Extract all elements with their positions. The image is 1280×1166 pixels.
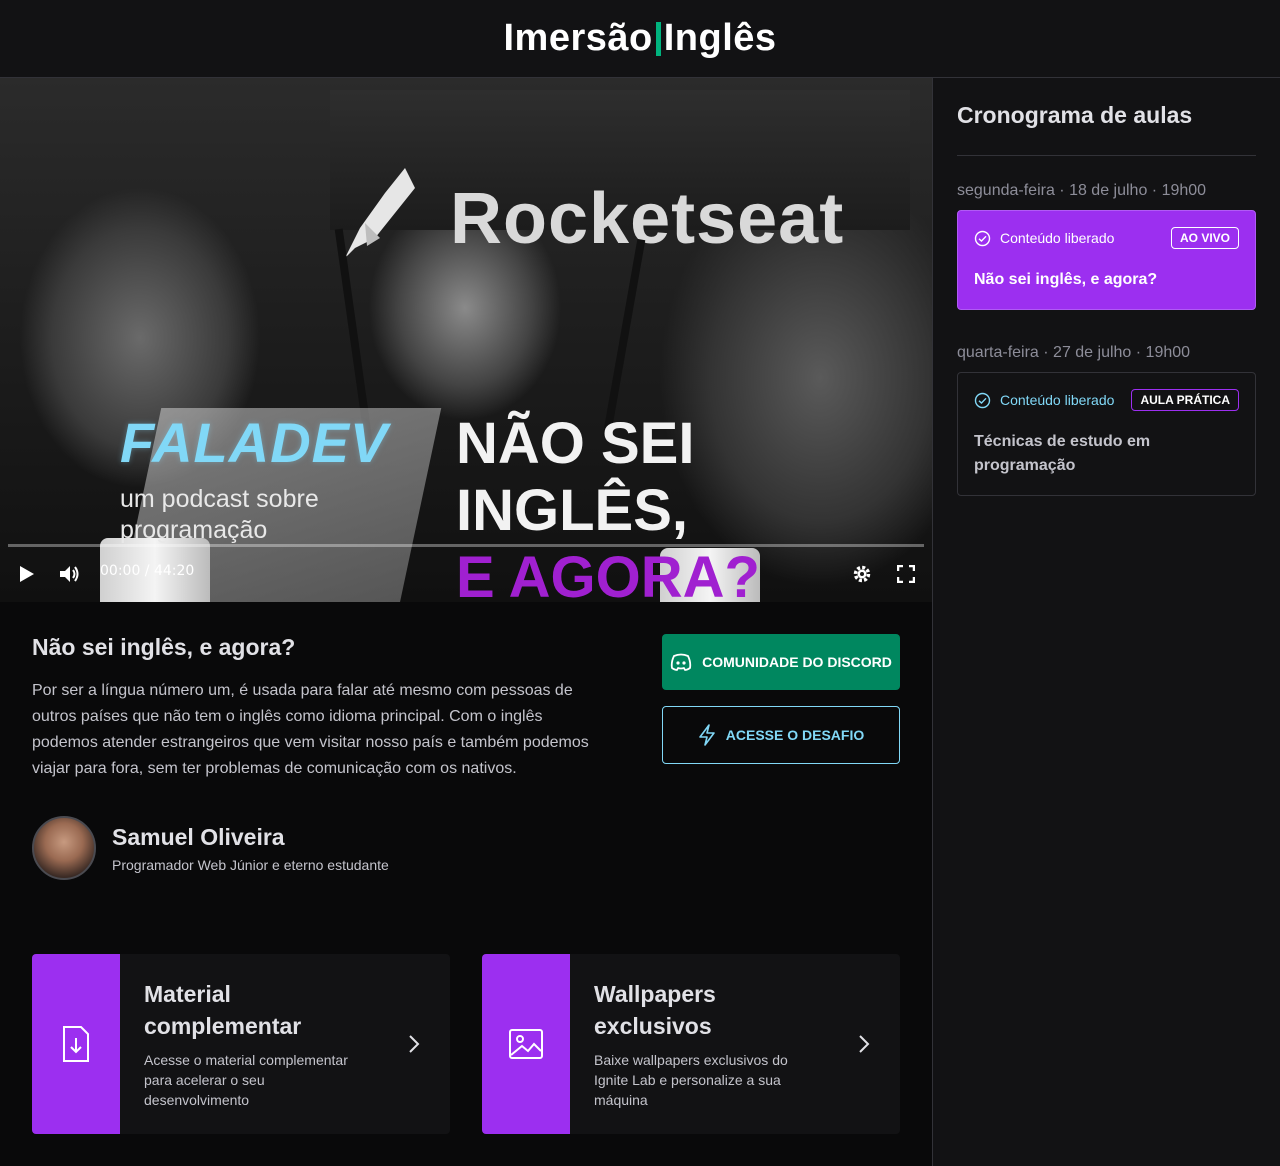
lesson-status-label: Conteúdo liberado: [1000, 230, 1115, 246]
card-icon-container: [482, 954, 570, 1134]
video-brand-text: Rocketseat: [450, 179, 845, 259]
lesson-card-title: Técnicas de estudo em programação: [974, 433, 1151, 474]
logo[interactable]: Imersão Inglês: [503, 17, 776, 60]
card-description: Acesse o material complementar para acel…: [144, 1052, 348, 1108]
card-material[interactable]: Material complementar Acesse o material …: [32, 954, 450, 1134]
card-wallpapers[interactable]: Wallpapers exclusivos Baixe wallpapers e…: [482, 954, 900, 1134]
volume-icon: [60, 566, 79, 582]
video-progress-bar[interactable]: [8, 544, 924, 547]
video-controls: 00:00 / 44:20: [0, 542, 932, 602]
lesson-status: Conteúdo liberado: [974, 392, 1114, 409]
app-header: Imersão Inglês: [0, 0, 1280, 78]
lesson-card[interactable]: Conteúdo liberado AULA PRÁTICA Técnicas …: [957, 372, 1256, 496]
chevron-right-icon: [404, 1032, 424, 1056]
discord-icon: [670, 653, 692, 671]
teacher-bio: Programador Web Júnior e eterno estudant…: [112, 856, 389, 873]
rocket-logo-icon: [345, 168, 415, 258]
teacher-profile: Samuel Oliveira Programador Web Júnior e…: [32, 816, 900, 880]
teacher-text: Samuel Oliveira Programador Web Júnior e…: [112, 824, 389, 873]
headline-line: NÃO SEI: [456, 411, 695, 476]
access-challenge-button[interactable]: ACESSE O DESAFIO: [662, 706, 900, 764]
play-icon: [20, 566, 34, 582]
avatar: [32, 816, 96, 880]
play-button[interactable]: [14, 562, 38, 586]
card-title: Wallpapers exclusivos: [594, 981, 716, 1039]
settings-button[interactable]: [850, 562, 874, 586]
lesson-card-active[interactable]: Conteúdo liberado AO VIVO Não sei inglês…: [957, 210, 1256, 310]
page-layout: Rocketseat FALADEV um podcast sobre prog…: [0, 78, 1280, 1166]
chevron-right-icon: [854, 1032, 874, 1056]
schedule-sidebar: Cronograma de aulas segunda-feira · 18 d…: [932, 78, 1280, 1166]
logo-divider: [655, 21, 661, 56]
challenge-button-label: ACESSE O DESAFIO: [725, 727, 865, 743]
card-icon-container: [32, 954, 120, 1134]
podcast-subtitle: um podcast sobre programação: [120, 485, 319, 544]
card-body: Material complementar Acesse o material …: [120, 954, 450, 1134]
lesson-description: Por ser a língua número um, é usada para…: [32, 682, 589, 777]
fullscreen-button[interactable]: [894, 562, 918, 586]
fullscreen-icon: [897, 565, 915, 583]
lightning-icon: [698, 724, 715, 746]
lesson-card-title: Não sei inglês, e agora?: [974, 271, 1158, 288]
podcast-title: FALADEV: [120, 411, 389, 474]
lesson-badge: AO VIVO: [1170, 227, 1239, 249]
teacher-name: Samuel Oliveira: [112, 823, 285, 850]
video-player[interactable]: Rocketseat FALADEV um podcast sobre prog…: [0, 78, 932, 602]
discord-button-label: COMUNIDADE DO DISCORD: [702, 654, 892, 670]
logo-right-text: Inglês: [663, 17, 777, 59]
resource-cards: Material complementar Acesse o material …: [32, 954, 900, 1134]
video-time: 00:00 / 44:20: [100, 563, 195, 579]
image-icon: [509, 1029, 543, 1059]
lesson-date: segunda-feira · 18 de julho · 19h00: [957, 182, 1207, 199]
check-circle-icon: [974, 392, 991, 408]
discord-community-button[interactable]: COMUNIDADE DO DISCORD: [662, 634, 900, 690]
lesson-status: Conteúdo liberado: [974, 230, 1114, 247]
card-title: Material complementar: [144, 981, 302, 1039]
card-description: Baixe wallpapers exclusivos do Ignite La…: [594, 1052, 788, 1108]
volume-button[interactable]: [58, 562, 82, 586]
lesson-card-header: Conteúdo liberado AULA PRÁTICA: [974, 389, 1239, 411]
main-content: Rocketseat FALADEV um podcast sobre prog…: [0, 78, 932, 1166]
card-body: Wallpapers exclusivos Baixe wallpapers e…: [570, 954, 900, 1134]
gear-icon: [853, 565, 871, 583]
file-download-icon: [63, 1026, 89, 1062]
logo-left-text: Imersão: [503, 17, 653, 59]
lesson-card-header: Conteúdo liberado AO VIVO: [974, 227, 1239, 249]
sidebar-title: Cronograma de aulas: [957, 102, 1256, 156]
lesson-badge: AULA PRÁTICA: [1131, 389, 1239, 411]
headline-line: INGLÊS,: [456, 478, 689, 543]
check-circle-icon: [974, 230, 991, 246]
lesson-status-label: Conteúdo liberado: [1000, 392, 1115, 408]
lesson-info: Não sei inglês, e agora? Por ser a língu…: [0, 602, 932, 942]
lesson-date: quarta-feira · 27 de julho · 19h00: [957, 344, 1191, 361]
